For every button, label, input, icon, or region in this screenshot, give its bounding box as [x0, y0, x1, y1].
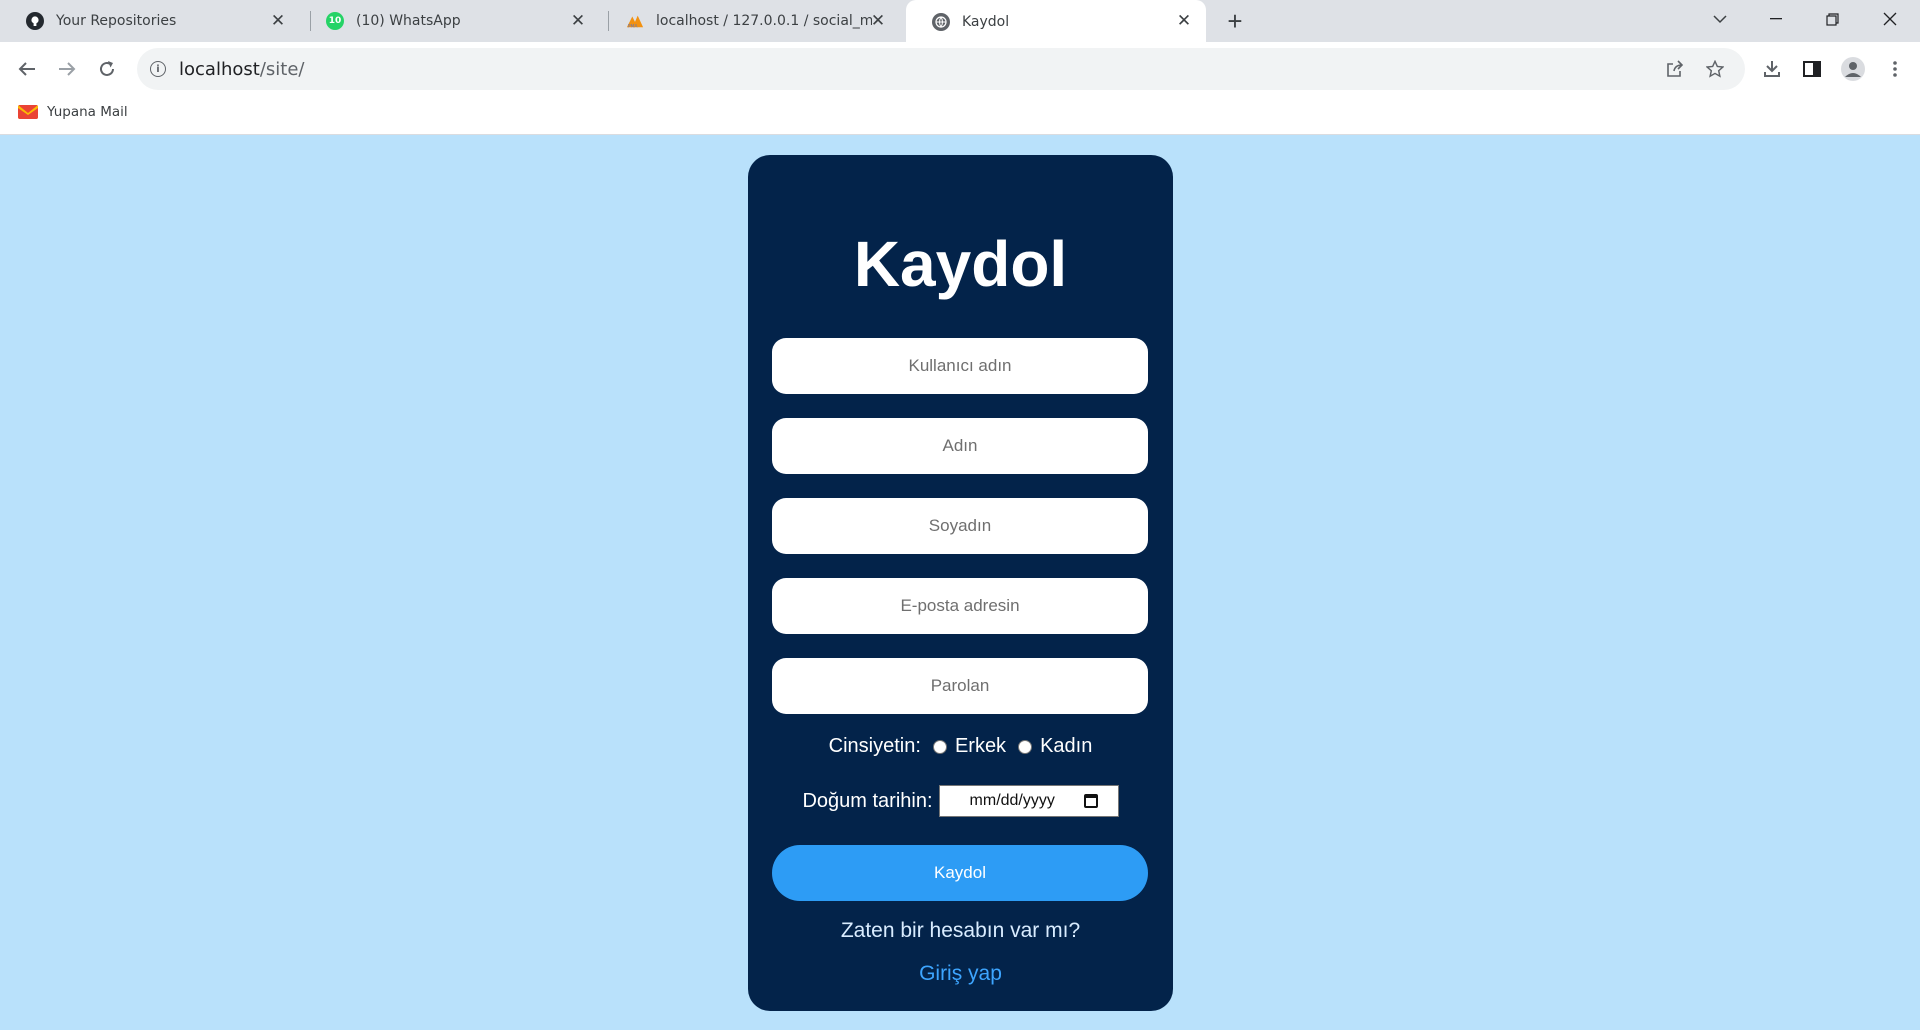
- profile-avatar-icon[interactable]: [1838, 54, 1868, 84]
- close-tab-icon[interactable]: ✕: [1174, 11, 1194, 31]
- birthdate-input[interactable]: mm/dd/yyyy: [938, 785, 1119, 817]
- site-info-icon[interactable]: i: [150, 61, 166, 77]
- url-text: localhost/site/: [179, 59, 304, 80]
- gender-female-label[interactable]: Kadın: [1040, 735, 1092, 758]
- tab-whatsapp[interactable]: 10 (10) WhatsApp ✕: [300, 0, 600, 42]
- back-icon[interactable]: [10, 52, 44, 86]
- gender-male-label[interactable]: Erkek: [955, 735, 1006, 758]
- close-tab-icon[interactable]: ✕: [868, 11, 888, 31]
- menu-kebab-icon[interactable]: [1880, 54, 1910, 84]
- download-icon[interactable]: [1757, 54, 1787, 84]
- new-tab-icon[interactable]: +: [1220, 6, 1250, 36]
- birthdate-label: Doğum tarihin:: [802, 789, 933, 812]
- close-window-icon[interactable]: [1862, 0, 1918, 38]
- bookmark-yupana-mail[interactable]: Yupana Mail: [18, 104, 128, 120]
- gender-row: Cinsiyetin: Erkek Kadın: [748, 735, 1173, 758]
- register-card: Kaydol Cinsiyetin: Erkek Kadın Doğum tar…: [748, 155, 1173, 1011]
- already-have-account-text: Zaten bir hesabın var mı?: [840, 919, 1081, 942]
- tab-title: Your Repositories: [56, 13, 177, 29]
- close-tab-icon[interactable]: ✕: [268, 11, 288, 31]
- tab-title: (10) WhatsApp: [356, 13, 461, 29]
- bookmarks-bar: Yupana Mail: [0, 95, 1920, 135]
- forward-icon[interactable]: [50, 52, 84, 86]
- url-path: /site/: [259, 59, 305, 80]
- restore-icon[interactable]: [1804, 0, 1860, 38]
- globe-icon: [932, 13, 950, 31]
- tab-strip: Your Repositories ✕ 10 (10) WhatsApp ✕ P…: [0, 0, 1920, 44]
- tab-title: Kaydol: [962, 14, 1010, 30]
- birthdate-row: Doğum tarihin: mm/dd/yyyy: [748, 785, 1173, 817]
- register-button[interactable]: Kaydol: [772, 845, 1148, 901]
- calendar-icon[interactable]: [1083, 794, 1098, 808]
- birthdate-placeholder: mm/dd/yyyy: [969, 792, 1055, 809]
- bookmark-star-icon[interactable]: [1700, 54, 1730, 84]
- gmail-icon: [18, 105, 38, 119]
- gender-female-radio[interactable]: [1018, 739, 1033, 754]
- lastname-input[interactable]: [772, 498, 1148, 554]
- url-host: localhost: [179, 59, 260, 80]
- close-tab-icon[interactable]: ✕: [568, 11, 588, 31]
- whatsapp-icon: 10: [326, 12, 344, 30]
- gender-label: Cinsiyetin:: [828, 735, 921, 757]
- tab-kaydol[interactable]: Kaydol ✕: [906, 0, 1206, 44]
- form-title: Kaydol: [853, 228, 1068, 300]
- tab-search-chevron-icon[interactable]: [1692, 0, 1748, 38]
- reload-icon[interactable]: [90, 52, 124, 86]
- tab-title: localhost / 127.0.0.1 / social_med: [656, 13, 872, 29]
- share-icon[interactable]: [1660, 54, 1690, 84]
- email-input[interactable]: [772, 578, 1148, 634]
- github-icon: [26, 12, 44, 30]
- tab-phpmyadmin[interactable]: PMA localhost / 127.0.0.1 / social_med ✕: [600, 0, 900, 42]
- address-bar[interactable]: i localhost/site/: [137, 48, 1745, 90]
- username-input[interactable]: [772, 338, 1148, 394]
- side-panel-icon[interactable]: [1797, 54, 1827, 84]
- tab-your-repositories[interactable]: Your Repositories ✕: [0, 0, 300, 42]
- phpmyadmin-icon: PMA: [626, 12, 644, 30]
- bookmark-label: Yupana Mail: [47, 104, 128, 120]
- firstname-input[interactable]: [772, 418, 1148, 474]
- gender-male-radio[interactable]: [932, 739, 947, 754]
- login-link[interactable]: Giriş yap: [748, 962, 1173, 986]
- browser-toolbar: i localhost/site/: [0, 42, 1920, 95]
- svg-text:PMA: PMA: [628, 23, 639, 29]
- minimize-icon[interactable]: [1748, 0, 1804, 38]
- password-input[interactable]: [772, 658, 1148, 714]
